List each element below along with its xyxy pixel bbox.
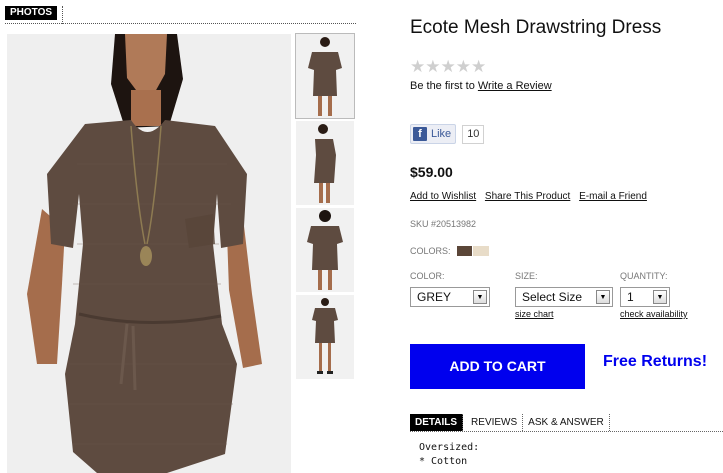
- tab-reviews[interactable]: REVIEWS: [466, 414, 524, 431]
- size-select-value: Select Size: [522, 290, 583, 304]
- review-prefix: Be the first to: [410, 80, 478, 92]
- chevron-down-icon: ▼: [596, 290, 610, 304]
- free-returns-link[interactable]: Free Returns!: [603, 353, 707, 371]
- review-prompt: Be the first to Write a Review: [410, 80, 552, 92]
- thumbnail-side[interactable]: [296, 121, 354, 205]
- facebook-like-button[interactable]: f Like: [410, 124, 457, 144]
- product-info-tabs: DETAILS REVIEWS ASK & ANSWER: [410, 414, 723, 432]
- size-select[interactable]: Select Size ▼: [515, 287, 613, 307]
- chevron-down-icon: ▼: [653, 290, 667, 304]
- size-chart-link[interactable]: size chart: [515, 309, 554, 319]
- quantity-label: QUANTITY:: [620, 271, 668, 281]
- facebook-icon: f: [413, 127, 427, 141]
- details-line-cotton: * Cotton: [419, 456, 468, 467]
- product-price: $59.00: [410, 164, 453, 180]
- write-review-link[interactable]: Write a Review: [478, 80, 552, 92]
- color-label: COLOR:: [410, 271, 445, 281]
- facebook-like: f Like 10: [410, 124, 485, 144]
- size-label: SIZE:: [515, 271, 538, 281]
- check-availability-link[interactable]: check availability: [620, 309, 688, 319]
- product-links: Add to Wishlist Share This Product E-mai…: [410, 191, 653, 202]
- tab-details[interactable]: DETAILS: [410, 414, 464, 431]
- email-friend-link[interactable]: E-mail a Friend: [579, 191, 647, 202]
- thumbnail-front[interactable]: [295, 33, 355, 119]
- sku-number: SKU #20513982: [410, 219, 477, 229]
- details-line-oversized: Oversized:: [419, 442, 480, 453]
- chevron-down-icon: ▼: [473, 290, 487, 304]
- add-to-cart-button[interactable]: ADD TO CART: [410, 344, 585, 389]
- thumbnail-full-length[interactable]: [296, 295, 354, 379]
- add-to-wishlist-link[interactable]: Add to Wishlist: [410, 191, 476, 202]
- quantity-select[interactable]: 1 ▼: [620, 287, 670, 307]
- like-count: 10: [462, 124, 485, 144]
- product-details: Oversized: * Cotton: [419, 441, 479, 469]
- rating-stars-icon[interactable]: ★★★★★: [410, 57, 486, 77]
- colors-label: COLORS:: [410, 246, 451, 256]
- color-swatch-cream[interactable]: [472, 246, 489, 256]
- thumbnail-back[interactable]: [296, 208, 354, 292]
- like-label: Like: [431, 128, 452, 140]
- photos-tab-divider: [62, 6, 63, 24]
- model-illustration: [7, 34, 291, 473]
- share-product-link[interactable]: Share This Product: [485, 191, 570, 202]
- quantity-select-value: 1: [627, 290, 634, 304]
- color-select-value: GREY: [417, 290, 452, 304]
- photos-tab[interactable]: PHOTOS: [5, 6, 58, 20]
- thumbnail-list: [295, 33, 355, 382]
- photos-header: PHOTOS: [5, 6, 356, 24]
- main-product-image: [7, 34, 291, 473]
- color-swatch-grey[interactable]: [456, 246, 473, 256]
- product-title: Ecote Mesh Drawstring Dress: [410, 17, 662, 38]
- colors-row: COLORS:: [410, 246, 489, 256]
- color-select[interactable]: GREY ▼: [410, 287, 490, 307]
- tab-ask-answer[interactable]: ASK & ANSWER: [523, 414, 610, 431]
